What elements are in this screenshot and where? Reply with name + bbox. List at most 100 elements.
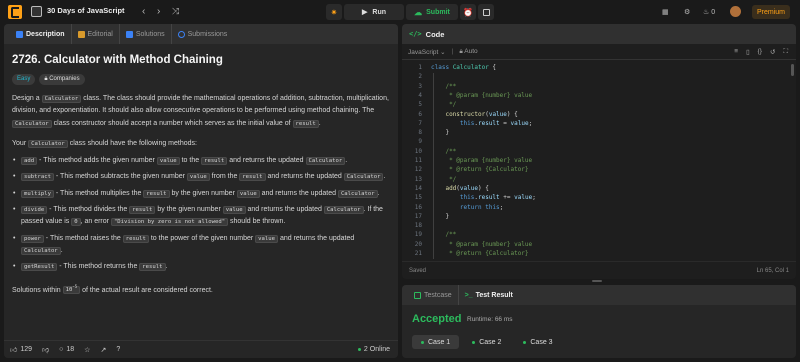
case-2-tab[interactable]: Case 2 — [463, 335, 510, 349]
code-line[interactable]: /** — [431, 148, 456, 155]
notes-button[interactable] — [478, 4, 494, 20]
text: and returns the updated — [259, 189, 338, 197]
companies-badge[interactable]: 🔒︎ Companies — [39, 74, 85, 85]
code-line[interactable]: return this; — [431, 204, 503, 211]
submit-label: Submit — [426, 8, 450, 16]
inline-code: value — [255, 234, 278, 243]
flask-icon — [125, 30, 133, 38]
result-tabs: Testcase >_ Test Result — [402, 285, 796, 305]
shuffle-icon[interactable]: ⤨ — [172, 6, 179, 16]
text: . — [377, 189, 380, 197]
braces-icon[interactable]: {} — [758, 48, 762, 56]
fullscreen-icon[interactable]: ⛶ — [783, 48, 788, 56]
layout-icon[interactable]: ▦ — [662, 4, 669, 20]
language-select[interactable]: JavaScript ⌄ — [408, 48, 446, 56]
code-line[interactable]: this.result += value; — [431, 194, 536, 201]
problem-tags: Easy 🔒︎ Companies — [12, 74, 390, 85]
editor-scrollbar[interactable] — [791, 64, 794, 76]
text: to the — [179, 157, 202, 165]
timer-button[interactable]: ⏰ — [460, 4, 476, 20]
tab-solutions[interactable]: Solutions — [120, 24, 172, 44]
cloud-upload-icon: ☁ — [414, 7, 423, 17]
case-3-tab[interactable]: Case 3 — [514, 335, 561, 349]
bookmark-icon[interactable]: ▯ — [746, 48, 750, 56]
code-line[interactable]: /** — [431, 83, 456, 90]
auto-mode[interactable]: 🔒︎ Auto — [459, 48, 477, 56]
line-number: 9 — [418, 138, 422, 146]
exponent: -5 — [72, 284, 78, 290]
like-button[interactable]: 👍︎ 129 — [10, 345, 32, 354]
tab-test-result[interactable]: >_ Test Result — [459, 285, 519, 305]
tab-description[interactable]: Description — [10, 24, 72, 44]
tab-editorial[interactable]: Editorial — [72, 24, 120, 44]
reset-icon[interactable]: ↺ — [770, 48, 775, 56]
line-number: 11 — [414, 157, 422, 164]
code-editor[interactable]: 1 class Calculator {2 3 /** 4 * @param {num… — [402, 64, 796, 260]
run-button[interactable]: ▶ Run — [344, 4, 404, 20]
note-icon — [482, 8, 490, 16]
problem-list-title[interactable]: 30 Days of JavaScript — [47, 6, 125, 15]
text: . — [345, 157, 348, 165]
inline-code: Calculator — [41, 95, 82, 103]
code-line[interactable]: */ — [431, 176, 456, 183]
inline-code: getResult — [21, 263, 58, 272]
tab-testcase[interactable]: Testcase — [408, 285, 459, 305]
code-header: </> Code — [402, 24, 796, 44]
list-item: getResult - This method returns the resu… — [12, 261, 390, 274]
comment-count: 18 — [66, 346, 75, 353]
case-label: Case 1 — [428, 338, 451, 346]
thumbs-down-icon[interactable]: 👎︎ — [42, 345, 49, 354]
code-icon: </> — [409, 30, 422, 38]
code-line[interactable]: * @param {number} value — [431, 241, 532, 248]
bug-icon: ✷ — [330, 7, 338, 17]
code-line[interactable]: * @param {number} value — [431, 92, 532, 99]
leetcode-logo[interactable] — [8, 5, 22, 19]
line-number: 5 — [418, 101, 422, 109]
case-1-tab[interactable]: Case 1 — [412, 335, 460, 349]
methods-list: add - This method adds the given number … — [12, 155, 390, 274]
inline-code: power — [21, 234, 44, 243]
chevron-left-icon[interactable]: ‹ — [142, 7, 145, 17]
code-line[interactable]: constructor(value) { — [431, 111, 517, 118]
chevron-right-icon[interactable]: › — [157, 7, 160, 17]
text: . — [383, 173, 386, 181]
pass-dot — [523, 340, 527, 344]
horizontal-resize-handle[interactable] — [592, 280, 602, 282]
text: of the actual result are considered corr… — [80, 286, 213, 294]
code-line[interactable]: this.result = value; — [431, 120, 532, 127]
verdict: Accepted — [412, 313, 462, 325]
submit-button[interactable]: ☁ Submit — [406, 4, 458, 20]
online-label: 2 Online — [363, 346, 390, 353]
text: by the given number — [169, 189, 237, 197]
help-icon[interactable]: ? — [116, 346, 120, 353]
code-line[interactable]: * @return {Calculator} — [431, 250, 528, 257]
avatar[interactable] — [730, 6, 741, 17]
indent-guide — [433, 73, 434, 260]
premium-button[interactable]: Premium — [752, 5, 791, 19]
streak-counter[interactable]: ♨ 0 — [703, 4, 715, 20]
settings-icon[interactable]: ⚙ — [684, 4, 690, 20]
inline-code: value — [156, 157, 180, 166]
description-footer: 👍︎ 129 👎︎ ○ 18 ☆ ↗ ? 2 Online — [4, 340, 398, 358]
tab-submissions[interactable]: Submissions — [172, 24, 234, 44]
star-icon[interactable]: ☆ — [84, 346, 90, 354]
share-icon[interactable]: ↗ — [100, 346, 106, 354]
debug-button[interactable]: ✷ — [326, 4, 342, 20]
book-icon — [77, 30, 85, 38]
problem-list-icon[interactable] — [31, 6, 42, 17]
inline-code: value — [222, 206, 246, 215]
format-icon[interactable]: ≡ — [734, 48, 738, 56]
description-icon — [16, 30, 23, 38]
code-line[interactable]: class Calculator { — [431, 64, 496, 71]
inline-code: result — [292, 119, 319, 128]
code-line[interactable]: * @return {Calculator} — [431, 166, 528, 173]
editor-status-bar: Saved Ln 65, Col 1 — [402, 261, 796, 279]
comments-button[interactable]: ○ 18 — [59, 346, 74, 353]
code-line[interactable]: */ — [431, 101, 456, 108]
code-line[interactable]: /** — [431, 231, 456, 238]
code-line[interactable]: * @param {number} value — [431, 157, 532, 164]
text: . — [60, 246, 63, 254]
code-line[interactable]: add(value) { — [431, 185, 488, 192]
text: - This method adds the given number — [37, 157, 157, 165]
text: and returns the updated — [245, 206, 324, 214]
